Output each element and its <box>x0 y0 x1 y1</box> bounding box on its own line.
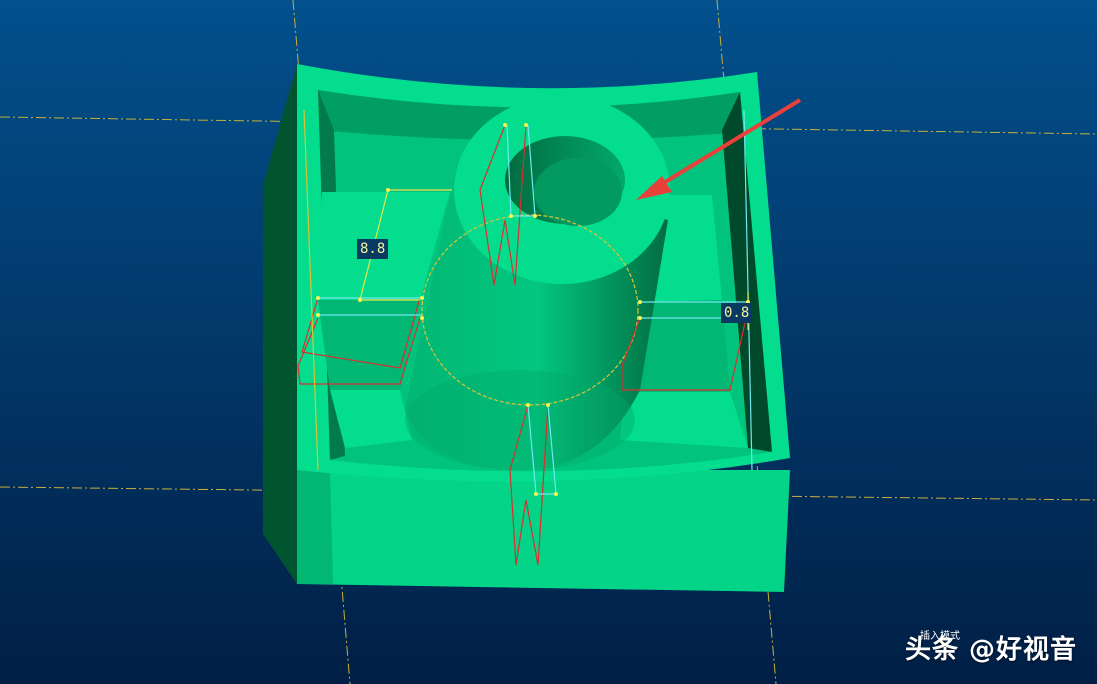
dimension-label-left[interactable]: 8.8 <box>357 239 389 259</box>
sketch-point <box>316 313 320 317</box>
right-step-floor[interactable] <box>620 392 748 448</box>
dimension-label-right[interactable]: 0.8 <box>721 303 753 323</box>
sketch-point <box>524 123 528 127</box>
sketch-point <box>533 214 537 218</box>
sketch-point <box>503 123 507 127</box>
block-left-face[interactable] <box>263 64 297 584</box>
sketch-point <box>420 296 424 300</box>
graphics-viewport[interactable]: 8.8 0.8 插入模式 头条 @好视音 <box>0 0 1097 684</box>
sketch-point <box>358 298 362 302</box>
cylinder-base-shadow <box>405 370 635 470</box>
block-front-face-shade <box>297 470 333 584</box>
sketch-point <box>534 492 538 496</box>
3d-model-scene[interactable] <box>0 0 1097 684</box>
sketch-point <box>554 492 558 496</box>
sketch-point <box>638 316 642 320</box>
sketch-point <box>386 188 390 192</box>
watermark: 头条 @好视音 <box>904 635 1077 665</box>
sketch-point <box>420 316 424 320</box>
sketch-point <box>546 403 550 407</box>
sketch-point <box>316 296 320 300</box>
block-front-face[interactable] <box>297 470 790 592</box>
sketch-point <box>638 300 642 304</box>
sketch-point <box>526 403 530 407</box>
sketch-point <box>509 214 513 218</box>
